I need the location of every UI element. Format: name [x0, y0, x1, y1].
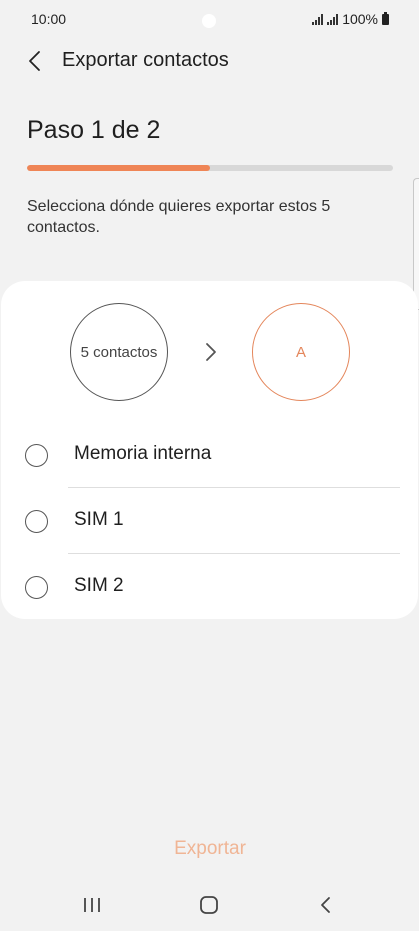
radio-button[interactable]	[25, 510, 48, 533]
source-circle: 5 contactos	[70, 303, 168, 401]
status-bar: 10:00 100%	[0, 0, 419, 38]
option-sim-1[interactable]: SIM 1	[1, 488, 418, 554]
chevron-right-icon	[199, 337, 223, 367]
export-options-card: 5 contactos A Memoria interna SIM 1 SIM …	[1, 281, 418, 619]
scrollbar-handle[interactable]	[413, 178, 419, 310]
option-label: SIM 1	[74, 509, 124, 530]
step-title: Paso 1 de 2	[27, 116, 161, 144]
signal-icon	[312, 13, 324, 25]
back-icon[interactable]	[314, 894, 338, 916]
battery-icon	[382, 11, 389, 25]
export-button[interactable]: Exportar	[130, 832, 290, 866]
radio-button[interactable]	[25, 444, 48, 467]
back-button[interactable]	[20, 46, 50, 76]
recent-apps-icon[interactable]	[80, 895, 104, 915]
status-indicators: 100%	[312, 11, 389, 27]
home-icon[interactable]	[197, 894, 221, 916]
step-progress-bar	[27, 165, 393, 171]
destination-circle: A	[252, 303, 350, 401]
signal-icon	[327, 13, 339, 25]
option-internal-memory[interactable]: Memoria interna	[1, 422, 418, 488]
battery-percentage: 100%	[342, 11, 378, 27]
option-label: Memoria interna	[74, 443, 212, 464]
step-progress-fill	[27, 165, 210, 171]
page-title: Exportar contactos	[62, 49, 229, 71]
destination-label: A	[295, 343, 306, 361]
source-label: 5 contactos	[80, 343, 158, 361]
navigation-bar	[0, 880, 419, 931]
option-label: SIM 2	[74, 575, 124, 596]
radio-button[interactable]	[25, 576, 48, 599]
option-sim-2[interactable]: SIM 2	[1, 554, 418, 620]
app-header: Exportar contactos	[0, 40, 419, 82]
status-time: 10:00	[31, 11, 67, 27]
instruction-text: Selecciona dónde quieres exportar estos …	[27, 198, 331, 236]
front-camera	[202, 14, 216, 28]
chevron-left-icon	[29, 51, 40, 71]
